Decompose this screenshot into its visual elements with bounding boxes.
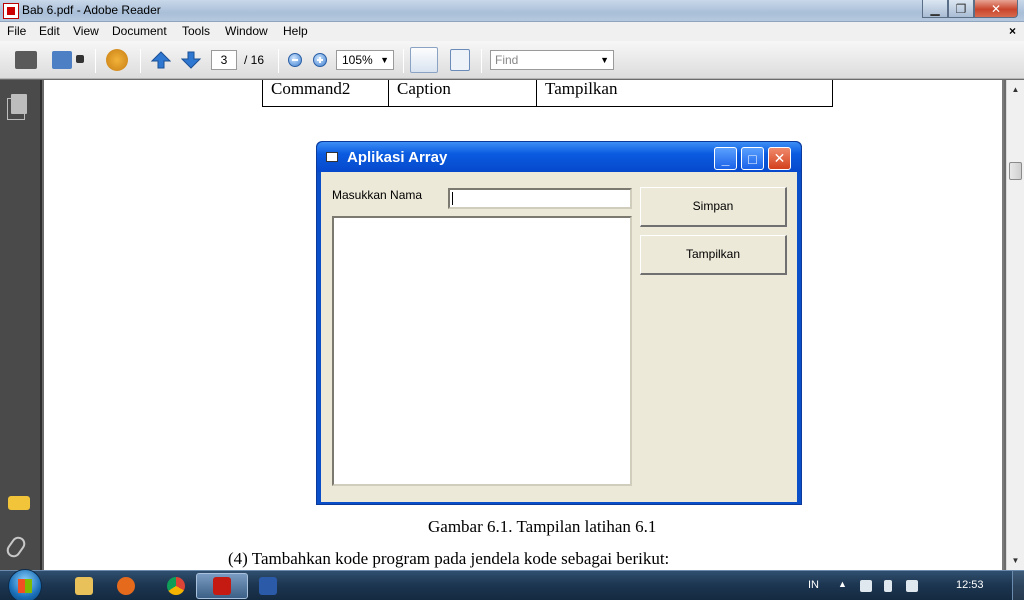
export-icon[interactable] bbox=[52, 51, 72, 69]
maximize-button[interactable]: ❐ bbox=[948, 0, 974, 18]
collaborate-icon[interactable] bbox=[106, 49, 128, 71]
property-table: Command2 Caption Tampilkan bbox=[262, 80, 833, 107]
vb-minimize-icon: _ bbox=[714, 147, 737, 170]
taskbar-chrome[interactable] bbox=[150, 573, 202, 599]
comments-icon[interactable] bbox=[8, 496, 30, 510]
paragraph-text: (4) Tambahkan kode program pada jendela … bbox=[228, 549, 670, 568]
table-row: Command2 Caption Tampilkan bbox=[262, 80, 833, 107]
form-icon bbox=[326, 152, 338, 162]
zoom-out-icon[interactable] bbox=[288, 53, 302, 67]
taskbar-firefox[interactable] bbox=[100, 573, 152, 599]
document-view[interactable]: Command2 Caption Tampilkan Aplikasi Arra… bbox=[44, 80, 1004, 570]
next-page-icon[interactable] bbox=[180, 51, 202, 69]
menu-tools[interactable]: Tools bbox=[182, 24, 210, 38]
chevron-down-icon: ▼ bbox=[600, 55, 609, 65]
zoom-value: 105% bbox=[342, 53, 373, 67]
taskbar-adobe-reader[interactable] bbox=[196, 573, 248, 599]
vb-form-body: Masukkan Nama Simpan Tampilkan bbox=[321, 172, 797, 502]
window-titlebar: Bab 6.pdf - Adobe Reader ▁ ❐ ✕ bbox=[0, 0, 1024, 22]
chrome-icon bbox=[167, 577, 185, 595]
show-hidden-icons-icon[interactable]: ▲ bbox=[838, 579, 847, 589]
word-icon bbox=[259, 577, 277, 595]
taskbar: IN ▲ 12:53 bbox=[0, 569, 1024, 600]
export-dropdown-icon[interactable] bbox=[76, 55, 84, 63]
vb-form-figure: Aplikasi Array _ □ ✕ Masukkan Nama Simpa… bbox=[316, 141, 802, 505]
document-close-button[interactable]: × bbox=[1009, 24, 1016, 38]
attachment-icon[interactable] bbox=[3, 533, 29, 561]
menu-window[interactable]: Window bbox=[225, 24, 268, 38]
taskbar-word[interactable] bbox=[242, 573, 294, 599]
zoom-in-icon[interactable] bbox=[313, 53, 327, 67]
firefox-icon bbox=[117, 577, 135, 595]
pages-icon[interactable] bbox=[7, 94, 27, 120]
volume-icon[interactable] bbox=[906, 580, 918, 592]
vb-label-nama: Masukkan Nama bbox=[332, 188, 423, 202]
zoom-select[interactable]: 105% ▼ bbox=[336, 50, 394, 70]
vb-listbox bbox=[332, 216, 632, 486]
menu-edit[interactable]: Edit bbox=[39, 24, 60, 38]
vb-button-simpan: Simpan bbox=[640, 187, 787, 227]
page-number-input[interactable]: 3 bbox=[211, 50, 237, 70]
adobe-reader-icon bbox=[3, 3, 19, 19]
navigation-pane bbox=[0, 80, 42, 570]
minimize-button[interactable]: ▁ bbox=[922, 0, 948, 18]
vb-close-icon: ✕ bbox=[768, 147, 791, 170]
page-total: / 16 bbox=[244, 53, 265, 67]
fit-page-icon[interactable] bbox=[450, 49, 470, 71]
vb-form-titlebar: Aplikasi Array _ □ ✕ bbox=[317, 142, 801, 172]
menu-file[interactable]: File bbox=[7, 24, 26, 38]
fit-width-icon[interactable] bbox=[410, 47, 438, 73]
print-icon[interactable] bbox=[15, 51, 37, 69]
menu-bar: File Edit View Document Tools Window Hel… bbox=[0, 22, 1024, 41]
close-button[interactable]: ✕ bbox=[974, 0, 1018, 18]
figure-caption: Gambar 6.1. Tampilan latihan 6.1 bbox=[428, 517, 657, 536]
menu-view[interactable]: View bbox=[73, 24, 99, 38]
show-desktop-button[interactable] bbox=[1012, 571, 1024, 600]
battery-icon[interactable] bbox=[884, 580, 892, 592]
vb-button-tampilkan: Tampilkan bbox=[640, 235, 787, 275]
vb-form-title: Aplikasi Array bbox=[347, 149, 448, 166]
adobe-reader-icon bbox=[213, 577, 231, 595]
scrollbar-thumb[interactable] bbox=[1009, 162, 1022, 180]
previous-page-icon[interactable] bbox=[150, 51, 172, 69]
table-cell: Caption bbox=[388, 80, 537, 107]
table-cell: Command2 bbox=[262, 80, 389, 107]
window-title: Bab 6.pdf - Adobe Reader bbox=[22, 3, 161, 17]
language-indicator[interactable]: IN bbox=[808, 579, 819, 591]
network-icon[interactable] bbox=[860, 580, 872, 592]
vertical-scrollbar[interactable]: ▲ ▼ bbox=[1006, 80, 1024, 570]
clock[interactable]: 12:53 bbox=[956, 579, 984, 591]
scroll-up-icon[interactable]: ▲ bbox=[1008, 82, 1023, 97]
chevron-down-icon: ▼ bbox=[380, 55, 389, 65]
vb-textbox bbox=[448, 188, 632, 209]
menu-help[interactable]: Help bbox=[283, 24, 308, 38]
find-placeholder: Find bbox=[495, 53, 519, 67]
table-cell: Tampilkan bbox=[536, 80, 833, 107]
folder-icon bbox=[75, 577, 93, 595]
find-input[interactable]: Find ▼ bbox=[490, 50, 614, 70]
scroll-down-icon[interactable]: ▼ bbox=[1008, 553, 1023, 568]
vb-maximize-icon: □ bbox=[741, 147, 764, 170]
start-button[interactable] bbox=[8, 569, 42, 600]
toolbar: 3 / 16 105% ▼ Find ▼ bbox=[0, 41, 1024, 79]
menu-document[interactable]: Document bbox=[112, 24, 167, 38]
